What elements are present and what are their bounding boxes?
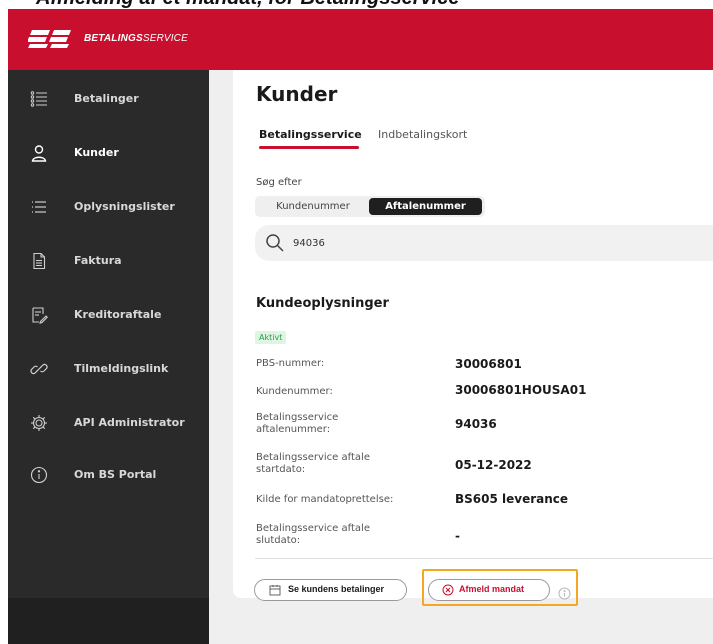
search-type-kundenummer[interactable]: Kundenummer (258, 198, 368, 215)
field-value-pbs-nummer: 30006801 (455, 357, 522, 371)
tab-indbetalingskort[interactable]: Indbetalingskort (378, 128, 467, 141)
sidebar-item-faktura[interactable]: Faktura (8, 242, 209, 282)
brand-name-light: SERVICE (142, 33, 188, 44)
highlight-box (422, 569, 578, 606)
see-customer-payments-label: Se kundens betalinger (288, 584, 385, 594)
field-label-startdato: Betalingsservice aftale startdato: (256, 452, 370, 475)
search-type-toggle: Kundenummer Aftalenummer (255, 196, 485, 217)
brand-name-bold: BETALINGS (84, 33, 143, 44)
field-label-kundenummer: Kundenummer: (256, 386, 333, 397)
sidebar-item-betalinger[interactable]: Betalinger (8, 80, 209, 120)
section-title-kundeoplysninger: Kundeoplysninger (256, 296, 389, 311)
info-icon (30, 466, 48, 484)
field-label-kilde: Kilde for mandatoprettelse: (256, 494, 394, 505)
search-box (255, 225, 713, 261)
sidebar-item-oplysningslister[interactable]: Oplysningslister (8, 188, 209, 228)
active-tab-indicator (259, 146, 359, 149)
content-card: Kunder Betalingsservice Indbetalingskort… (233, 70, 713, 606)
field-label-aftalenummer: Betalingsservice aftalenummer: (256, 412, 339, 435)
sidebar-item-label: Faktura (74, 254, 122, 267)
sidebar-item-label: Kreditoraftale (74, 308, 162, 321)
search-by-label: Søg efter (256, 177, 302, 188)
main-area: Kunder Betalingsservice Indbetalingskort… (209, 70, 713, 644)
link-icon (30, 360, 48, 378)
field-value-startdato: 05-12-2022 (455, 458, 532, 472)
sidebar-item-om-bs-portal[interactable]: Om BS Portal (8, 456, 209, 496)
search-type-aftalenummer[interactable]: Aftalenummer (369, 198, 482, 215)
sidebar-footer (8, 598, 209, 644)
field-value-aftalenummer: 94036 (455, 417, 497, 431)
search-icon[interactable] (265, 233, 285, 253)
brand-name: BETALINGSSERVICE (84, 33, 188, 44)
page-title: Kunder (256, 82, 338, 106)
field-value-kundenummer: 30006801HOUSA01 (455, 383, 587, 397)
calendar-icon (269, 584, 281, 596)
sidebar-item-kunder[interactable]: Kunder (8, 134, 209, 174)
document-icon (30, 252, 48, 270)
sidebar-item-tilmeldingslink[interactable]: Tilmeldingslink (8, 350, 209, 390)
field-label-slutdato: Betalingsservice aftale slutdato: (256, 523, 370, 546)
sidebar-item-label: Oplysningslister (74, 200, 175, 213)
list-icon (30, 90, 48, 108)
tab-betalingsservice[interactable]: Betalingsservice (259, 128, 362, 141)
search-input[interactable] (293, 235, 693, 251)
sidebar-item-label: Tilmeldingslink (74, 362, 169, 375)
see-customer-payments-button[interactable]: Se kundens betalinger (254, 579, 407, 601)
field-value-kilde: BS605 leverance (455, 492, 569, 506)
page: Afmelding af et mandat, for Betalingsser… (0, 0, 713, 644)
caption: Afmelding af et mandat, for Betalingsser… (0, 0, 713, 9)
sidebar-item-label: Om BS Portal (74, 468, 157, 481)
sidebar-item-kreditoraftale[interactable]: Kreditoraftale (8, 296, 209, 336)
status-badge: Aktivt (255, 331, 287, 344)
menu-icon (30, 198, 48, 216)
sidebar-item-api-administrator[interactable]: API Administrator (8, 404, 209, 444)
top-bar: BETALINGSSERVICE (8, 9, 713, 70)
betalingsservice-logo[interactable] (27, 29, 72, 49)
sidebar: Betalinger Kunder Oplysningslister Faktu… (8, 70, 209, 644)
divider (255, 558, 713, 559)
caption-text: Afmelding af et mandat, for Betalingsser… (36, 0, 459, 9)
field-label-pbs-nummer: PBS-nummer: (256, 358, 325, 369)
gear-icon (30, 414, 48, 432)
field-value-slutdato: - (455, 529, 460, 543)
user-icon (30, 144, 48, 162)
sidebar-item-label: API Administrator (74, 416, 185, 429)
sidebar-item-label: Betalinger (74, 92, 139, 105)
edit-document-icon (30, 306, 48, 324)
sidebar-item-label: Kunder (74, 146, 119, 159)
